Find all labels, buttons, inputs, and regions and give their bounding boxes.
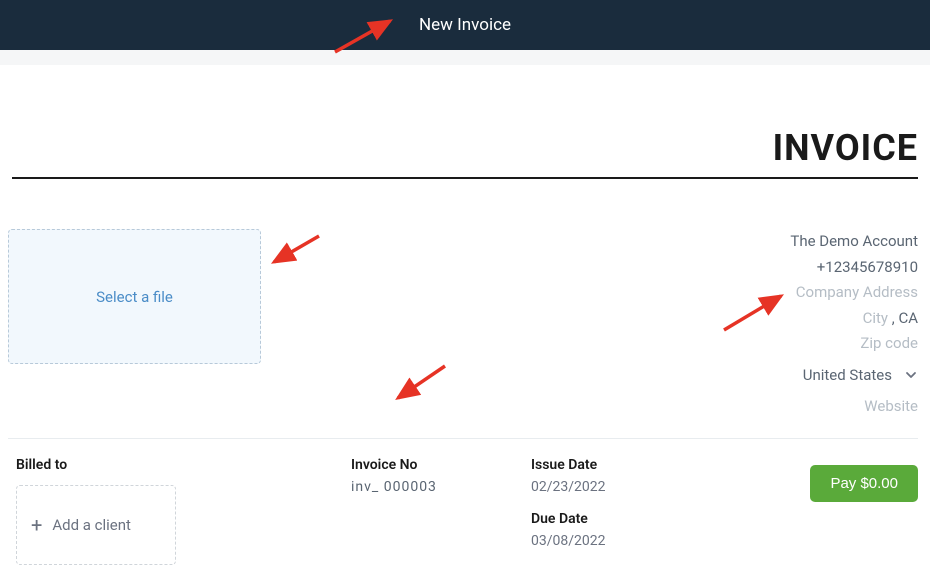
country-value: United States (803, 363, 892, 389)
billed-to-column: Billed to + Add a client (16, 457, 351, 565)
city-state-separator: , (892, 309, 895, 327)
company-city-placeholder[interactable]: City (863, 309, 888, 327)
chevron-down-icon (904, 368, 918, 382)
title-underline (12, 177, 918, 179)
invoice-number: 000003 (384, 479, 437, 495)
company-address-placeholder[interactable]: Company Address (790, 280, 918, 306)
company-phone: +12345678910 (790, 255, 918, 281)
add-client-label: Add a client (52, 516, 131, 534)
due-date-value[interactable]: 03/08/2022 (531, 533, 731, 549)
plus-icon: + (31, 513, 42, 537)
pay-button[interactable]: Pay $0.00 (810, 465, 918, 502)
dates-column: Issue Date 02/23/2022 Due Date 03/08/202… (531, 457, 731, 565)
company-website-placeholder[interactable]: Website (790, 394, 918, 420)
invoice-no-label: Invoice No (351, 457, 531, 473)
company-city-state-row: City , CA (790, 306, 918, 332)
lower-row: Billed to + Add a client Invoice No inv_… (16, 457, 918, 565)
section-divider (8, 438, 918, 439)
upper-row: Select a file The Demo Account +12345678… (8, 229, 918, 420)
invoice-no-value: inv_ 000003 (351, 479, 531, 495)
company-zip-placeholder[interactable]: Zip code (790, 331, 918, 357)
add-client-button[interactable]: + Add a client (16, 485, 176, 565)
company-state: CA (898, 309, 918, 327)
company-name: The Demo Account (790, 229, 918, 255)
country-select[interactable]: United States (790, 363, 918, 389)
due-date-block: Due Date 03/08/2022 (531, 511, 731, 549)
file-select-dropzone[interactable]: Select a file (8, 229, 261, 364)
issue-date-label: Issue Date (531, 457, 731, 473)
invoice-no-column: Invoice No inv_ 000003 (351, 457, 531, 565)
issue-date-value[interactable]: 02/23/2022 (531, 479, 731, 495)
issue-date-block: Issue Date 02/23/2022 (531, 457, 731, 495)
billed-to-label: Billed to (16, 457, 351, 473)
invoice-prefix: inv_ (351, 479, 379, 495)
topbar: New Invoice (0, 0, 930, 50)
file-select-label: Select a file (96, 288, 173, 306)
due-date-label: Due Date (531, 511, 731, 527)
gray-strip (0, 50, 930, 65)
invoice-heading: INVOICE (0, 127, 918, 177)
company-info: The Demo Account +12345678910 Company Ad… (790, 229, 918, 420)
page-title: New Invoice (419, 15, 511, 35)
